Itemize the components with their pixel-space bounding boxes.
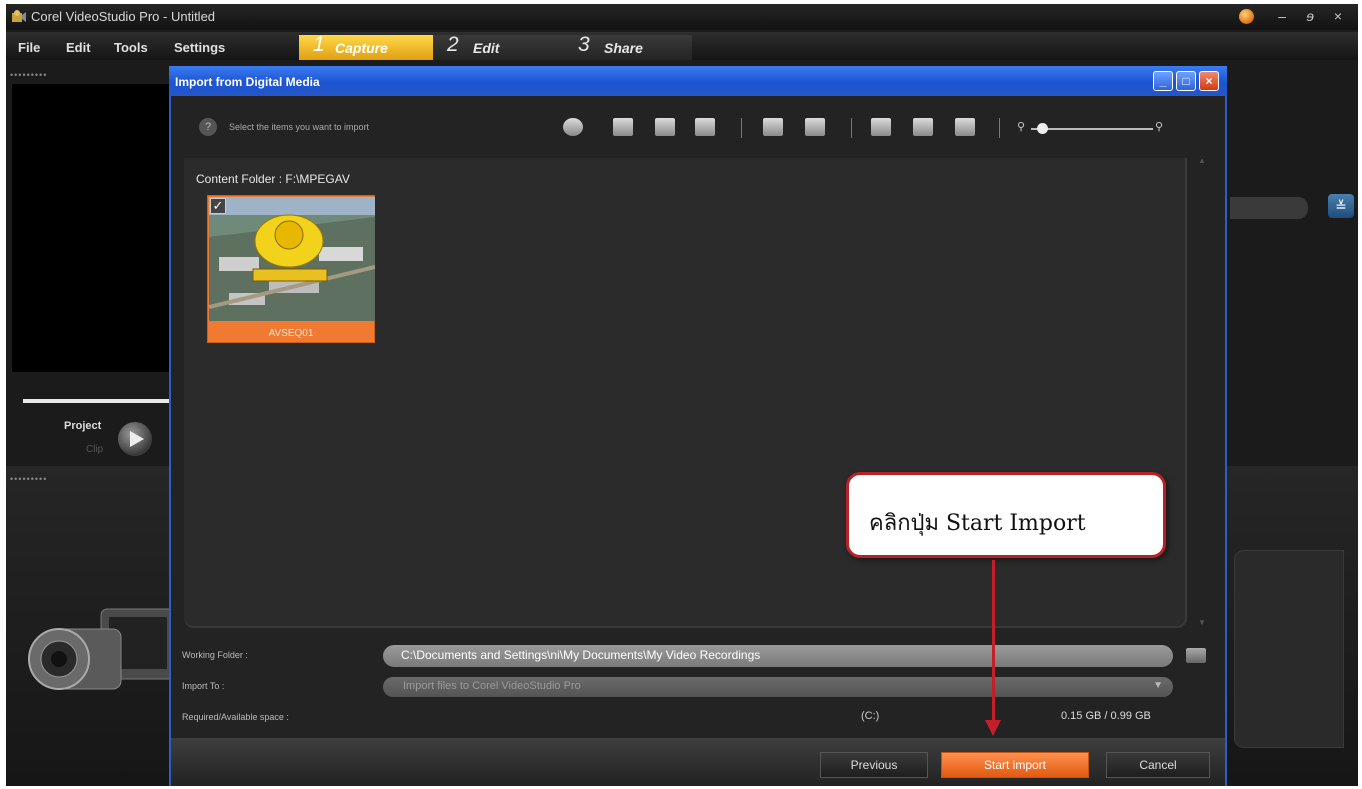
import-to-label: Import To : xyxy=(182,681,225,691)
right-info-panel xyxy=(1234,550,1344,748)
dialog-footer: Previous Start import Cancel xyxy=(171,738,1225,786)
panel-grip-top[interactable]: ••••••••• xyxy=(10,70,47,80)
working-folder-label: Working Folder : xyxy=(182,650,248,660)
working-folder-field[interactable]: C:\Documents and Settings\ni\My Document… xyxy=(383,645,1173,667)
list-view-icon[interactable] xyxy=(913,118,933,136)
previous-button[interactable]: Previous xyxy=(820,752,928,778)
panel-grip-bottom[interactable]: ••••••••• xyxy=(10,474,47,484)
cancel-button[interactable]: Cancel xyxy=(1106,752,1210,778)
app-logo-icon xyxy=(12,10,26,22)
zoom-out-icon[interactable]: ⚲ xyxy=(1017,120,1025,133)
tab-share[interactable]: 3 Share xyxy=(564,33,692,60)
space-value: 0.15 GB / 0.99 GB xyxy=(1061,710,1151,722)
menu-edit[interactable]: Edit xyxy=(66,40,91,55)
tab-edit-number: 2 xyxy=(447,33,459,56)
zoom-slider-handle[interactable] xyxy=(1037,123,1048,134)
deselect-all-icon[interactable] xyxy=(655,118,675,136)
menu-file[interactable]: File xyxy=(18,40,40,55)
menu-tools[interactable]: Tools xyxy=(114,40,148,55)
chevron-down-icon: ▼ xyxy=(1153,680,1163,691)
close-icon[interactable]: × xyxy=(1334,8,1342,24)
play-preview-icon[interactable] xyxy=(563,118,583,136)
sort-by-date-icon[interactable] xyxy=(805,118,825,136)
thumbnail-image xyxy=(209,197,375,321)
dialog-title: Import from Digital Media xyxy=(175,75,320,89)
scroll-up-icon[interactable]: ▲ xyxy=(1198,156,1206,165)
tab-share-label: Share xyxy=(604,40,643,56)
app-titlebar: Corel VideoStudio Pro - Untitled – ɘ × xyxy=(6,4,1358,30)
app-title: Corel VideoStudio Pro - Untitled xyxy=(31,9,216,24)
annotation-text: คลิกปุ่ม Start Import xyxy=(869,511,1086,536)
play-button[interactable] xyxy=(118,422,152,456)
import-dialog: Import from Digital Media _ □ × ? Select… xyxy=(169,66,1227,786)
start-import-button[interactable]: Start import xyxy=(941,752,1089,778)
thumbnail-label: AVSEQ01 xyxy=(268,328,314,339)
invert-selection-icon[interactable] xyxy=(695,118,715,136)
dialog-close-icon[interactable]: × xyxy=(1199,71,1219,91)
thumbnail-view-icon[interactable] xyxy=(871,118,891,136)
minimize-icon[interactable]: – xyxy=(1278,8,1286,24)
dialog-maximize-icon[interactable]: □ xyxy=(1176,71,1196,91)
drive-label: (C:) xyxy=(861,710,880,722)
sort-by-name-icon[interactable] xyxy=(763,118,783,136)
restore-icon[interactable]: ɘ xyxy=(1306,8,1314,24)
tab-capture[interactable]: 1 Capture xyxy=(299,33,433,60)
scroll-down-icon[interactable]: ▼ xyxy=(1198,618,1206,627)
space-label: Required/Available space : xyxy=(182,712,289,722)
help-icon[interactable]: ? xyxy=(199,118,217,136)
thumbnail-checkbox[interactable]: ✓ xyxy=(210,198,226,214)
expand-icon[interactable]: ≚ xyxy=(1328,194,1354,218)
tab-capture-label: Capture xyxy=(335,40,388,56)
tab-edit-label: Edit xyxy=(473,40,500,56)
scrubber-bar[interactable] xyxy=(23,399,173,403)
media-thumbnail[interactable]: ✓ AVSEQ01 xyxy=(207,195,375,343)
project-mode-label[interactable]: Project xyxy=(64,420,101,432)
instruction-text: Select the items you want to import xyxy=(229,122,370,132)
menubar: File Edit Tools Settings 1 Capture 2 Edi… xyxy=(6,32,1358,60)
zoom-slider[interactable] xyxy=(1031,128,1153,130)
dialog-titlebar: Import from Digital Media _ □ × xyxy=(169,66,1227,96)
annotation-arrow-line xyxy=(992,560,995,720)
select-all-icon[interactable] xyxy=(613,118,633,136)
import-to-value: Import files to Corel VideoStudio Pro xyxy=(403,680,581,692)
browse-folder-icon[interactable] xyxy=(1186,648,1206,663)
preview-window xyxy=(12,84,172,372)
detail-view-icon[interactable] xyxy=(955,118,975,136)
annotation-callout: คลิกปุ่ม Start Import xyxy=(846,472,1166,558)
dialog-toolbar: ? Select the items you want to import ⚲ … xyxy=(171,96,1225,152)
content-folder-label: Content Folder : F:\MPEGAV xyxy=(196,172,350,186)
tab-share-number: 3 xyxy=(578,33,590,56)
help-orb-icon[interactable] xyxy=(1239,9,1254,24)
dialog-minimize-icon[interactable]: _ xyxy=(1153,71,1173,91)
menu-settings[interactable]: Settings xyxy=(174,40,225,55)
clip-mode-label[interactable]: Clip xyxy=(86,444,103,455)
import-to-dropdown[interactable]: Import files to Corel VideoStudio Pro ▼ xyxy=(383,677,1173,697)
right-panel-bar xyxy=(1230,197,1308,219)
zoom-in-icon[interactable]: ⚲ xyxy=(1155,120,1163,133)
tab-edit[interactable]: 2 Edit xyxy=(433,33,564,60)
camcorder-icon xyxy=(28,608,177,690)
annotation-arrow-head xyxy=(985,720,1001,736)
tab-capture-number: 1 xyxy=(313,33,325,56)
